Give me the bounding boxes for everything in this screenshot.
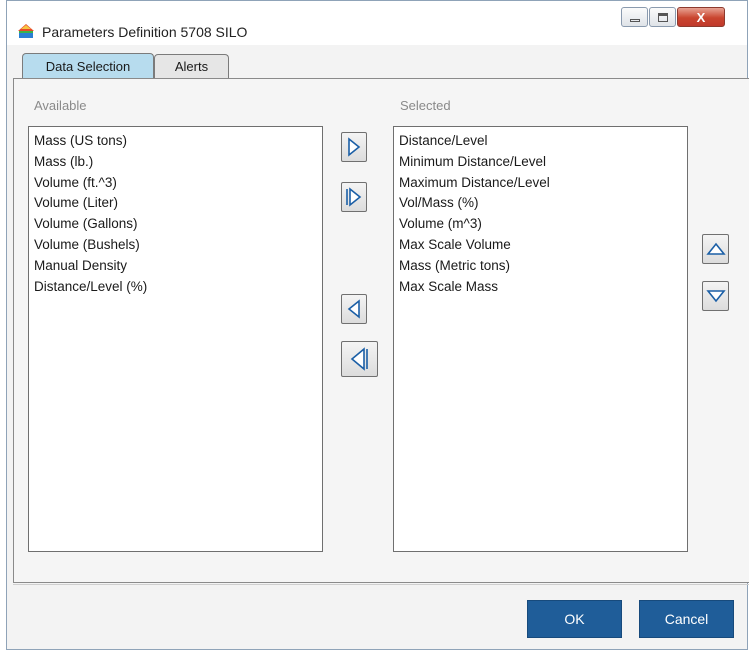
maximize-icon	[657, 12, 668, 22]
move-all-left-button[interactable]	[341, 341, 378, 377]
minimize-button[interactable]	[621, 7, 648, 27]
list-item[interactable]: Max Scale Volume	[399, 235, 682, 256]
tab-alerts[interactable]: Alerts	[154, 54, 229, 78]
move-down-button[interactable]	[702, 281, 729, 311]
list-item[interactable]: Vol/Mass (%)	[399, 193, 682, 214]
list-item[interactable]: Minimum Distance/Level	[399, 152, 682, 173]
list-item[interactable]: Max Scale Mass	[399, 277, 682, 298]
triangle-right-icon	[348, 137, 361, 157]
move-up-button[interactable]	[702, 234, 729, 264]
list-item[interactable]: Distance/Level (%)	[34, 277, 317, 298]
triangle-down-icon	[705, 290, 726, 303]
double-triangle-left-icon	[350, 347, 368, 371]
move-all-right-button[interactable]	[341, 182, 367, 212]
available-list[interactable]: Mass (US tons) Mass (lb.) Volume (ft.^3)…	[28, 126, 323, 552]
minimize-icon	[629, 18, 640, 22]
tab-data-selection[interactable]: Data Selection	[22, 53, 154, 78]
move-left-button[interactable]	[341, 294, 367, 324]
list-item[interactable]: Volume (m^3)	[399, 214, 682, 235]
footer-divider	[13, 584, 749, 585]
selected-list[interactable]: Distance/Level Minimum Distance/Level Ma…	[393, 126, 688, 552]
title-bar: Parameters Definition 5708 SILO X	[7, 1, 747, 45]
list-item[interactable]: Mass (lb.)	[34, 152, 317, 173]
window-title: Parameters Definition 5708 SILO	[42, 24, 248, 40]
close-button[interactable]: X	[677, 7, 725, 27]
double-triangle-right-icon	[346, 187, 362, 207]
list-item[interactable]: Maximum Distance/Level	[399, 173, 682, 194]
ok-button[interactable]: OK	[527, 600, 622, 638]
maximize-button[interactable]	[649, 7, 676, 27]
cancel-button[interactable]: Cancel	[639, 600, 734, 638]
list-item[interactable]: Mass (Metric tons)	[399, 256, 682, 277]
triangle-up-icon	[705, 242, 726, 255]
list-item[interactable]: Mass (US tons)	[34, 131, 317, 152]
silo-app-icon	[18, 24, 34, 38]
selected-label: Selected	[400, 98, 451, 113]
tab-content-panel: Available Mass (US tons) Mass (lb.) Volu…	[13, 78, 749, 583]
list-item[interactable]: Volume (Gallons)	[34, 214, 317, 235]
dialog-window: Parameters Definition 5708 SILO X Data S…	[6, 0, 749, 650]
list-item[interactable]: Distance/Level	[399, 131, 682, 152]
available-label: Available	[34, 98, 87, 113]
list-item[interactable]: Volume (Bushels)	[34, 235, 317, 256]
close-icon: X	[696, 9, 706, 25]
list-item[interactable]: Manual Density	[34, 256, 317, 277]
triangle-left-icon	[347, 299, 360, 319]
list-item[interactable]: Volume (Liter)	[34, 193, 317, 214]
list-item[interactable]: Volume (ft.^3)	[34, 173, 317, 194]
move-right-button[interactable]	[341, 132, 367, 162]
